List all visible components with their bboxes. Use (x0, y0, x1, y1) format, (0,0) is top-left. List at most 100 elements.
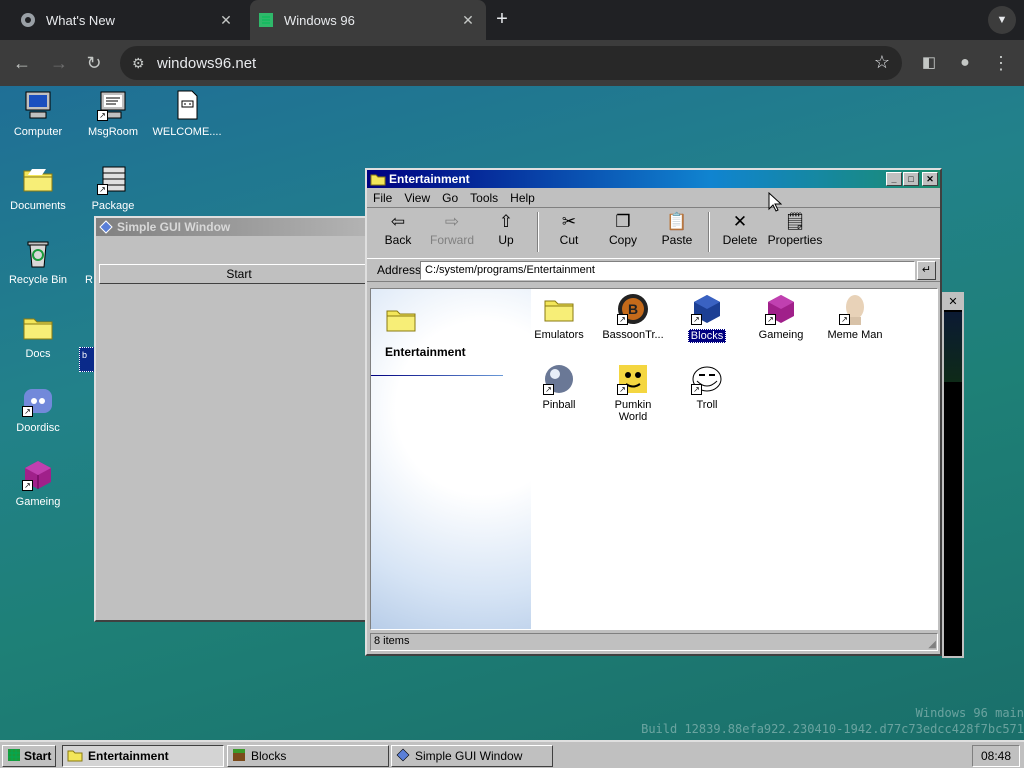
bookmark-star-icon[interactable]: ☆ (874, 52, 890, 73)
shortcut-arrow-icon: ↗ (97, 184, 108, 195)
desktop-icon-label: MsgRoom (87, 126, 139, 138)
folder-icon (385, 303, 417, 335)
forward-button[interactable]: ⇨ Forward (425, 211, 479, 247)
meme-man-icon: ↗ (839, 293, 871, 325)
file-item-pinball[interactable]: ↗ Pinball (521, 363, 597, 411)
close-tab-icon[interactable]: ✕ (460, 12, 476, 28)
package-icon: ↗ (97, 163, 129, 195)
game-canvas[interactable] (944, 312, 962, 382)
back-button[interactable]: ⇦ Back (371, 211, 425, 247)
partial-selected-icon[interactable]: b (79, 347, 95, 372)
file-item-emulators[interactable]: Emulators (521, 293, 597, 341)
address-input[interactable]: C:/system/programs/Entertainment (420, 261, 915, 280)
desktop-icon-recycle-bin[interactable]: Recycle Bin (0, 237, 76, 286)
desktop-icon-welcome[interactable]: WELCOME.... (149, 89, 225, 138)
file-item-troll[interactable]: ↗ Troll (669, 363, 745, 411)
blocks-window-edge[interactable]: ✕ (942, 292, 964, 658)
window-titlebar[interactable]: Simple GUI Window (96, 218, 372, 236)
profile-icon[interactable]: ● (954, 52, 976, 74)
sidebar-icon[interactable]: ◧ (918, 52, 940, 74)
close-tab-icon[interactable]: ✕ (218, 12, 234, 28)
explorer-window[interactable]: Entertainment _ □ ✕ File View Go Tools H… (365, 168, 942, 656)
file-item-pumkin-world[interactable]: ↗ Pumkin World (595, 363, 671, 423)
file-item-blocks[interactable]: ↗ Blocks (669, 293, 745, 343)
folder-icon (22, 163, 54, 195)
scissors-icon: ✂ (561, 212, 577, 231)
window-titlebar[interactable]: Entertainment _ □ ✕ (367, 170, 940, 188)
resize-grip-icon[interactable]: ◢ (928, 639, 936, 650)
computer-icon (22, 89, 54, 121)
desktop-icon-docs[interactable]: Docs (0, 311, 76, 360)
panel-divider (371, 375, 503, 376)
build-watermark-line2: Build 12839.88efa922.230410-1942.d77c73e… (641, 722, 1024, 736)
maximize-button[interactable]: □ (903, 172, 919, 186)
browser-tab-whats-new[interactable]: What's New ✕ (8, 0, 244, 40)
minimize-button[interactable]: _ (886, 172, 902, 186)
shortcut-arrow-icon: ↗ (22, 480, 33, 491)
file-item-bassoontracker[interactable]: B ↗ BassoonTr... (595, 293, 671, 341)
up-button[interactable]: ⇧ Up (479, 211, 533, 247)
desktop-icon-doordisc[interactable]: ↗ Doordisc (0, 385, 76, 434)
site-info-icon[interactable]: ⚙ (132, 55, 145, 72)
desktop-icon-computer[interactable]: Computer (0, 89, 76, 138)
taskbar-item-simple-gui[interactable]: Simple GUI Window (391, 745, 553, 767)
browser-tab-windows96[interactable]: Windows 96 ✕ (250, 0, 486, 40)
desktop-icon-documents[interactable]: Documents (0, 163, 76, 212)
toolbar: ⇦ Back ⇨ Forward ⇧ Up ✂ Cut ❐ Copy 📋 Paste ✕ De… (367, 208, 940, 258)
properties-button[interactable]: 🗒 Properties (765, 211, 825, 247)
shortcut-arrow-icon: ↗ (97, 110, 108, 121)
file-item-meme-man[interactable]: ↗ Meme Man (817, 293, 893, 341)
forward-arrow-icon[interactable]: → (48, 52, 70, 74)
troll-face-icon: ↗ (691, 363, 723, 395)
simple-gui-window[interactable]: Simple GUI Window Start (94, 216, 379, 622)
desktop-icon-label: Documents (10, 200, 66, 212)
system-clock[interactable]: 08:48 (972, 745, 1020, 767)
desktop-icon-label: Recycle Bin (8, 274, 68, 286)
desktop-icon-gameing[interactable]: ↗ Gameing (0, 459, 76, 508)
menu-tools[interactable]: Tools (464, 191, 504, 205)
start-menu-button[interactable]: Start (2, 745, 56, 767)
menu-go[interactable]: Go (436, 191, 464, 205)
start-button[interactable]: Start (99, 264, 379, 284)
diamond-icon (396, 748, 410, 765)
chrome-icon (20, 12, 36, 28)
diamond-icon (99, 220, 113, 234)
delete-button[interactable]: ✕ Delete (713, 211, 767, 247)
menu-help[interactable]: Help (504, 191, 541, 205)
close-button[interactable]: ✕ (922, 172, 938, 186)
file-item-gameing[interactable]: ↗ Gameing (743, 293, 819, 341)
copy-button[interactable]: ❐ Copy (596, 211, 650, 247)
browser-toolbar: ← → ↻ ⚙ windows96.net ☆ ◧ ● ⋮ (0, 40, 1024, 86)
desktop-icon-msgroom[interactable]: ↗ MsgRoom (75, 89, 151, 138)
shortcut-arrow-icon: ↗ (543, 384, 554, 395)
status-text: 8 items (374, 635, 410, 647)
new-tab-button[interactable]: + (492, 9, 512, 29)
menu-view[interactable]: View (398, 191, 436, 205)
address-bar[interactable]: ⚙ windows96.net ☆ (120, 46, 902, 80)
taskbar-item-blocks[interactable]: Blocks (227, 745, 389, 767)
recycle-bin-icon (22, 237, 54, 269)
file-item-label: Troll (696, 399, 718, 411)
cut-button[interactable]: ✂ Cut (542, 211, 596, 247)
pumkin-icon: ↗ (617, 363, 649, 395)
desktop-icon-label: Docs (25, 348, 51, 360)
menu-file[interactable]: File (367, 191, 398, 205)
folder-view[interactable]: Entertainment Emulators B ↗ BassoonTr... … (370, 288, 938, 630)
file-item-label: Blocks (687, 329, 727, 343)
desktop-icon-label: Computer (13, 126, 63, 138)
shortcut-arrow-icon: ↗ (617, 314, 628, 325)
file-item-label: BassoonTr... (602, 329, 664, 341)
shortcut-arrow-icon: ↗ (691, 314, 702, 325)
taskbar-item-entertainment[interactable]: Entertainment (62, 745, 224, 767)
go-arrow-icon[interactable]: ↵ (917, 261, 936, 280)
back-arrow-icon[interactable]: ← (11, 52, 33, 74)
close-icon[interactable]: ✕ (944, 294, 962, 310)
tab-search-chevron-icon[interactable]: ▼ (988, 6, 1016, 34)
paste-button[interactable]: 📋 Paste (650, 211, 704, 247)
file-item-label: Pumkin World (614, 399, 652, 423)
desktop-icon-package[interactable]: ↗ Package (75, 163, 151, 212)
reload-icon[interactable]: ↻ (83, 52, 105, 74)
build-watermark-line1: Windows 96 main (915, 706, 1024, 720)
more-menu-icon[interactable]: ⋮ (990, 52, 1012, 74)
toolbar-separator (708, 212, 710, 252)
